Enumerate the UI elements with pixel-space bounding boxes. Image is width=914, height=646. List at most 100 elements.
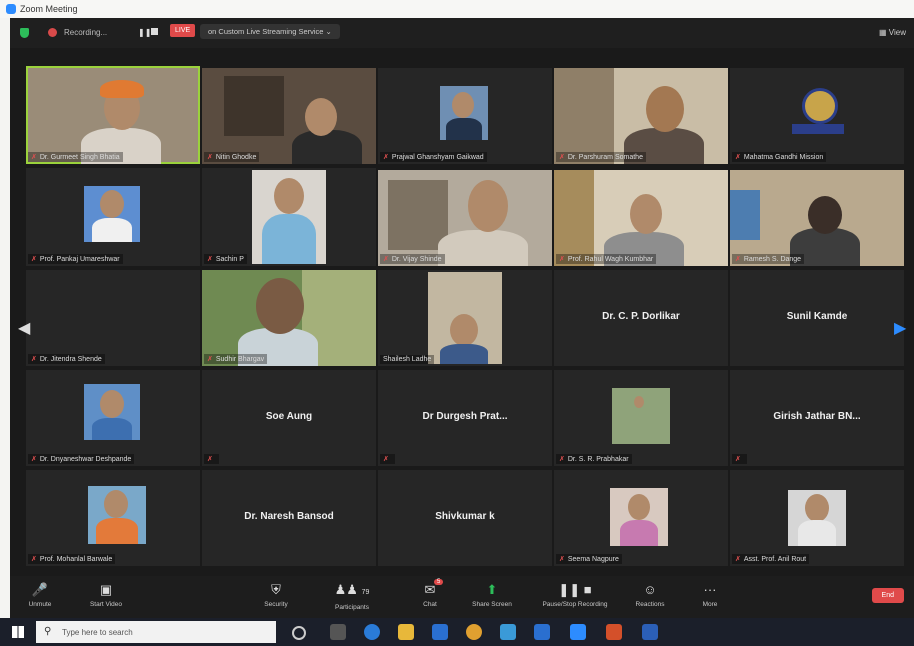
camera-off-icon: ▣ (99, 582, 113, 597)
chat-label: Chat (423, 601, 437, 608)
more-label: More (702, 601, 718, 608)
recording-status: Recording... (64, 28, 108, 37)
share-screen-label: Share Screen (472, 601, 512, 608)
participant-tile[interactable]: ✗ Dr. Jitendra Shende (26, 270, 200, 366)
participant-tile[interactable]: ✗ Prof. Rahul Wagh Kumbhar (554, 170, 728, 266)
participant-tile[interactable]: ✗ Sachin P (202, 168, 376, 266)
security-label: Security (264, 601, 288, 608)
participant-tile[interactable]: Soe Aung ✗ (202, 370, 376, 466)
share-screen-icon: ⬆ (486, 582, 498, 597)
participant-name: Soe Aung (265, 411, 313, 422)
powerpoint-icon[interactable] (606, 624, 622, 640)
participant-name: Girish Jathar BN... (773, 411, 861, 422)
participant-name: Shivkumar k (435, 511, 495, 522)
participant-tile[interactable]: ✗ Prajwal Ghanshyam Gaikwad (378, 68, 552, 164)
start-video-label: Start Video (89, 601, 123, 608)
participants-count: 79 (361, 589, 370, 596)
view-label: View (888, 28, 906, 37)
unmute-label: Unmute (28, 601, 52, 608)
security-button[interactable]: ⛨ Security (246, 576, 306, 618)
chevron-left-icon[interactable]: ◀ (18, 318, 30, 338)
participant-tile[interactable]: ✗ Seema Nagpure (554, 470, 728, 566)
window-titlebar: Zoom Meeting (0, 0, 914, 18)
recording-icon (48, 28, 57, 37)
file-explorer-icon[interactable] (398, 624, 414, 640)
participant-tile[interactable]: ✗ Mahatma Gandhi Mission (730, 68, 904, 164)
edge-icon[interactable] (364, 624, 380, 640)
search-placeholder: Type here to search (62, 628, 133, 637)
settings-icon[interactable] (500, 624, 516, 640)
participant-name: Sunil Kamde (786, 311, 848, 322)
word-icon[interactable] (642, 624, 658, 640)
zoom-logo-icon (6, 4, 16, 14)
participant-tile[interactable]: ✗ Dr. Parshuram Somathe (554, 68, 728, 164)
participant-tile[interactable]: Dr Durgesh Prat... ✗ (378, 370, 552, 466)
live-badge[interactable]: LIVE (170, 24, 196, 37)
encryption-shield-icon[interactable] (20, 28, 29, 38)
participant-tile[interactable]: Dr. Naresh Bansod (202, 470, 376, 566)
participant-tile[interactable]: Sunil Kamde (730, 270, 904, 366)
participant-tile[interactable]: ✗ Prof. Pankaj Umareshwar (26, 168, 200, 266)
windows-start-icon[interactable] (12, 626, 24, 638)
participant-tile[interactable]: ✗ Ramesh S. Dange (730, 170, 904, 266)
participant-name: ✗ Seema Nagpure (556, 554, 622, 564)
participant-tile[interactable]: ✗ Nitin Ghodke (202, 68, 376, 164)
participant-tile[interactable]: Shivkumar k (378, 470, 552, 566)
participant-name: Dr. Naresh Bansod (244, 511, 334, 522)
meeting-topbar: Recording... ❚❚ LIVE on Custom Live Stre… (10, 18, 914, 48)
participant-name: Dr Durgesh Prat... (422, 411, 508, 422)
chevron-right-icon[interactable]: ▶ (894, 318, 906, 338)
reactions-icon: ☺ (643, 582, 657, 597)
participant-name: ✗ Asst. Prof. Anil Rout (732, 554, 810, 564)
participant-name: Shailesh Ladhe (380, 355, 435, 364)
stop-icon[interactable] (151, 28, 158, 35)
more-icon: ··· (703, 582, 717, 597)
participant-tile[interactable]: ✗ Dr. Dnyaneshwar Deshpande (26, 370, 200, 466)
participant-name: ✗ Dr. Parshuram Somathe (556, 152, 646, 162)
unmute-button[interactable]: 🎤 Unmute (10, 576, 70, 618)
participants-button[interactable]: ♟♟ 79 Participants (322, 576, 382, 618)
microphone-muted-icon: 🎤 (31, 582, 49, 597)
zoom-window: Recording... ❚❚ LIVE on Custom Live Stre… (10, 18, 914, 618)
store-icon[interactable] (534, 624, 550, 640)
participant-name: ✗ Dr. Vijay Shinde (380, 254, 445, 264)
end-button[interactable]: End (871, 588, 904, 603)
participants-label: Participants (335, 604, 369, 611)
share-screen-button[interactable]: ⬆ Share Screen (462, 576, 522, 618)
participant-tile[interactable]: ✗ Dr. S. R. Prabhakar (554, 370, 728, 466)
participant-name: ✗ Nitin Ghodke (204, 152, 260, 162)
shield-icon: ⛨ (271, 582, 281, 597)
participant-tile[interactable]: ✗ Asst. Prof. Anil Rout (730, 470, 904, 566)
mail-icon[interactable] (432, 624, 448, 640)
participant-tile[interactable]: Dr. C. P. Dorlikar (554, 270, 728, 366)
search-icon: ⚲ (44, 626, 52, 637)
pause-stop-recording-button[interactable]: ❚❚ ■ Pause/Stop Recording (530, 576, 620, 618)
participant-tile[interactable]: ✗ Dr. Gurmeet Singh Bhatia (26, 66, 200, 164)
participant-name: ✗ Prof. Mohanlal Barwale (28, 554, 116, 564)
participant-name: ✗ Sudhir Bhargav (204, 354, 268, 364)
participant-name: ✗ Dr. Gurmeet Singh Bhatia (28, 152, 123, 162)
participant-tile[interactable]: ✗ Prof. Mohanlal Barwale (26, 470, 200, 566)
start-video-button[interactable]: ▣ Start Video (76, 576, 136, 618)
reactions-button[interactable]: ☺ Reactions (620, 576, 680, 618)
cortana-icon[interactable] (292, 626, 306, 640)
chat-button[interactable]: ✉ 5 Chat (400, 576, 460, 618)
view-button[interactable]: ▦ View (879, 28, 906, 37)
participant-name: ✗ Prajwal Ghanshyam Gaikwad (380, 152, 487, 162)
participant-tile[interactable]: ✗ Dr. Vijay Shinde (378, 170, 552, 266)
pause-icon[interactable]: ❚❚ (138, 28, 151, 37)
participants-icon: ♟♟ 79 (334, 582, 370, 597)
participant-name: ✗ Dr. S. R. Prabhakar (556, 454, 632, 464)
reactions-label: Reactions (635, 601, 665, 608)
participant-tile[interactable]: Girish Jathar BN... ✗ (730, 370, 904, 466)
participant-tile[interactable]: ✗ Sudhir Bhargav (202, 270, 376, 366)
windows-taskbar: ⚲ Type here to search (0, 618, 914, 646)
participant-name: Dr. C. P. Dorlikar (602, 311, 680, 322)
live-stream-dropdown[interactable]: on Custom Live Streaming Service ⌄ (200, 24, 340, 39)
taskbar-search-input[interactable]: ⚲ Type here to search (36, 621, 276, 643)
task-view-icon[interactable] (330, 624, 346, 640)
participant-tile[interactable]: Shailesh Ladhe (378, 270, 552, 366)
more-button[interactable]: ··· More (680, 576, 740, 618)
chrome-icon[interactable] (466, 624, 482, 640)
zoom-app-icon[interactable] (570, 624, 586, 640)
